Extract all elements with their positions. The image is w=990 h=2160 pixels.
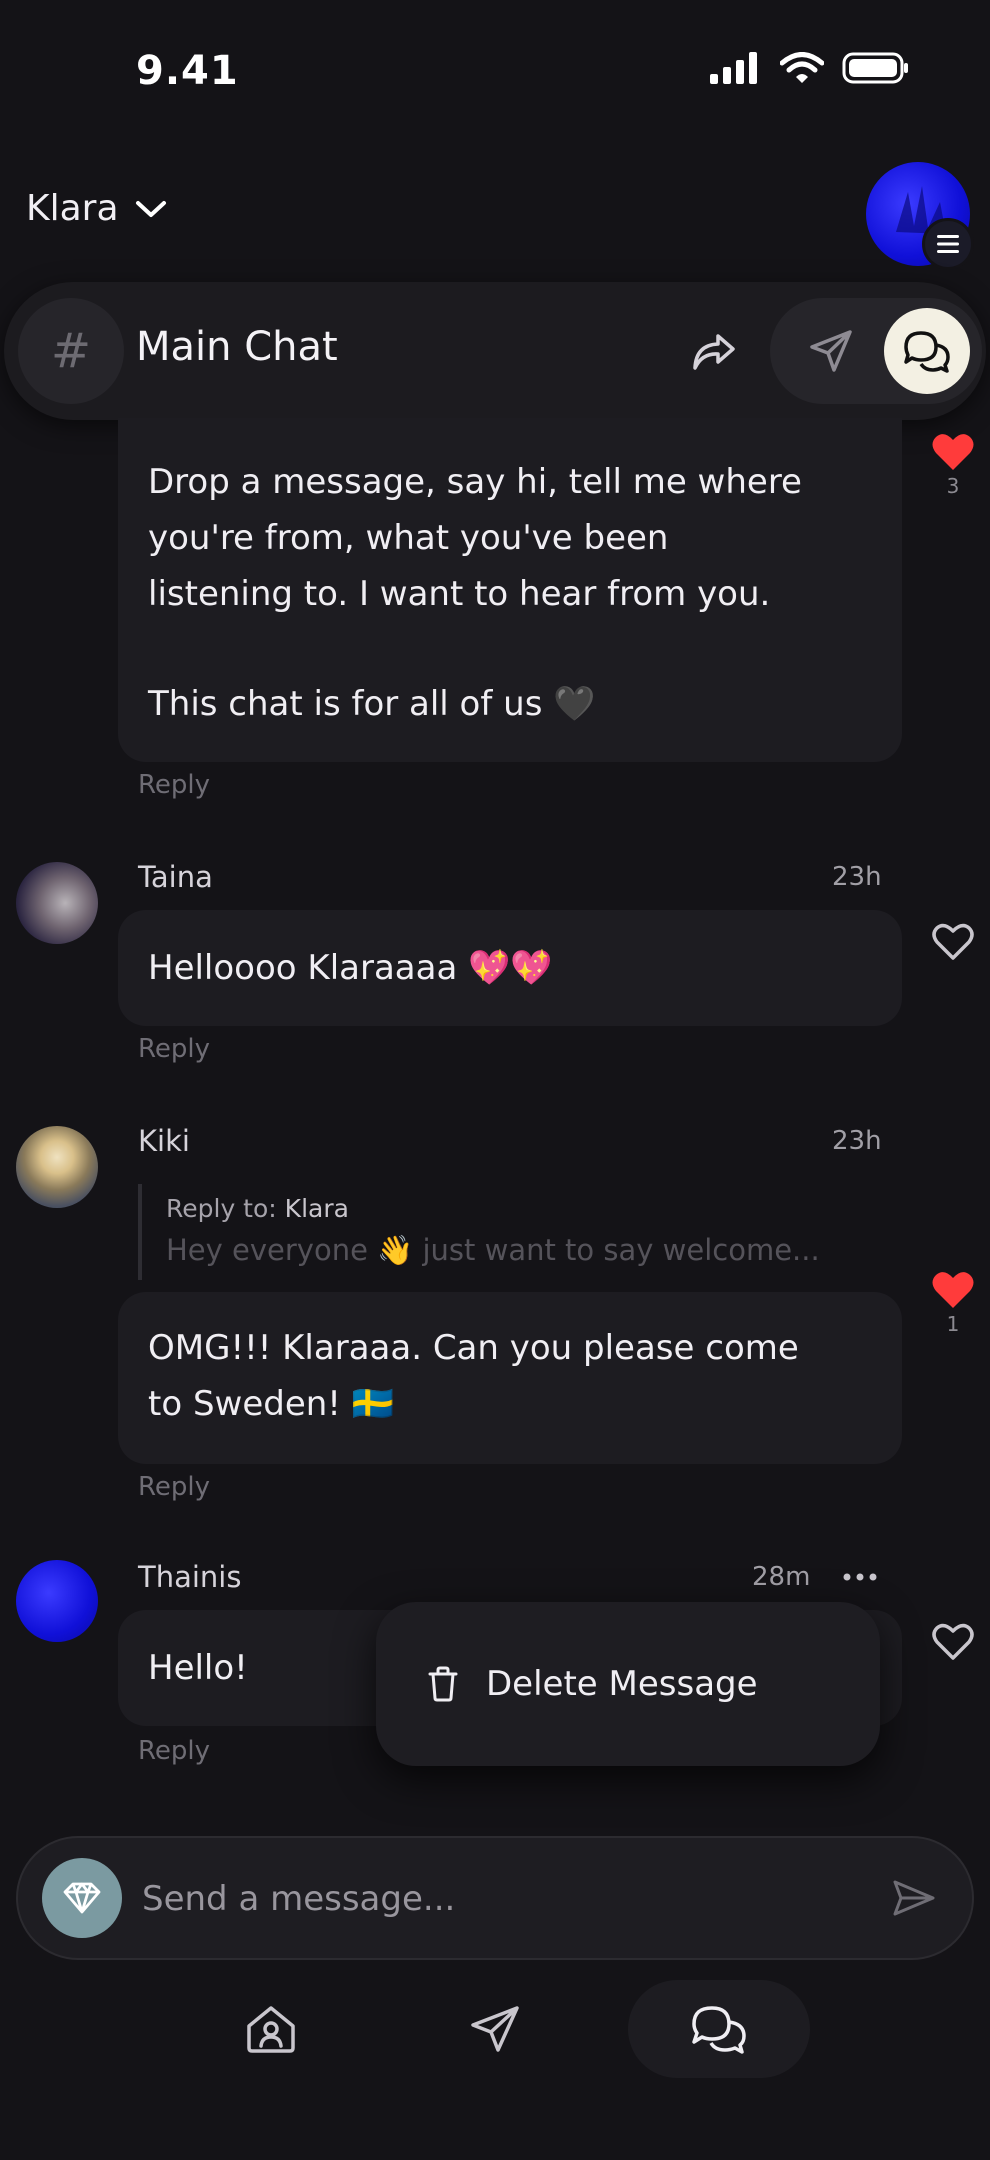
message-line: Drop a message, say hi, tell me where [148,462,802,502]
wifi-icon [780,52,824,83]
quote-header: Reply to: Klara [166,1194,886,1223]
message-line: listening to. I want to hear from you. [148,574,771,614]
message-line [148,622,872,676]
message-line: you're from, what you've been [148,518,669,558]
channel-owner-dropdown[interactable]: Klara [26,188,167,229]
chat-title[interactable]: Main Chat [136,324,338,370]
quote-author: Klara [284,1194,349,1223]
send-icon [810,330,852,372]
reply-link[interactable]: Reply [138,1034,210,1064]
tab-broadcast[interactable] [800,320,862,382]
heart-icon [932,434,974,470]
status-icons [710,52,910,84]
like-button[interactable]: 1 [927,1270,979,1336]
reply-link[interactable]: Reply [138,770,210,800]
heart-outline-icon [932,1623,974,1660]
message-actions-popover: Delete Message [376,1602,880,1766]
chevron-down-icon [135,200,166,217]
heart-icon [932,1272,974,1308]
like-count: 1 [946,1312,960,1336]
message-text: Helloooo Klaraaaa 💖💖 [148,948,553,988]
like-button[interactable] [927,922,979,962]
channel-icon[interactable]: # [18,298,124,404]
send-arrow-icon [893,1880,935,1916]
reply-link[interactable]: Reply [138,1736,210,1766]
battery-icon [842,52,908,84]
like-button[interactable]: 3 [927,432,979,498]
message-line: OMG!!! Klaraaa. Can you please come [148,1328,799,1368]
chat-selector-bar: # Main Chat [4,282,986,420]
message-bubble[interactable]: Drop a message, say hi, tell me where yo… [118,418,902,762]
avatar[interactable] [16,1560,98,1642]
home-icon [247,2006,295,2053]
send-icon [471,2006,519,2052]
nav-home[interactable] [222,1980,320,2078]
share-button[interactable] [684,322,744,382]
message-time: 28m [752,1562,811,1592]
reply-quote[interactable]: Reply to: Klara Hey everyone 👋 just want… [138,1184,886,1280]
more-button[interactable] [840,1562,880,1592]
heart-outline-icon [932,923,974,960]
avatar[interactable] [16,862,98,944]
gem-icon [63,1882,101,1914]
menu-icon [937,235,959,253]
more-icon [843,1573,877,1581]
message-text: Hello! [148,1648,248,1688]
nav-chat[interactable] [628,1980,810,2078]
message-time: 23h [832,862,882,892]
status-time: 9.41 [136,48,239,94]
profile-avatar[interactable] [866,162,974,270]
like-button[interactable] [927,1622,979,1662]
message-line: This chat is for all of us 🖤 [148,684,596,724]
chat-bubbles-icon [904,331,950,373]
message-author[interactable]: Kiki [138,1124,190,1158]
hash-icon: # [50,323,92,379]
share-icon [693,334,735,370]
delete-message-label: Delete Message [486,1664,758,1704]
menu-button[interactable] [922,218,974,270]
message-line: to Sweden! 🇸🇪 [148,1384,395,1424]
like-count: 3 [946,474,960,498]
quote-text: Hey everyone 👋 just want to say welcome.… [166,1233,820,1267]
view-toggle [770,298,982,404]
message-author[interactable]: Taina [138,860,213,894]
message-time: 23h [832,1126,882,1156]
message-bubble[interactable]: OMG!!! Klaraaa. Can you please come to S… [118,1292,902,1464]
signal-icon [710,52,757,84]
reply-link[interactable]: Reply [138,1472,210,1502]
message-input[interactable] [140,1838,864,1960]
message-composer [16,1836,974,1960]
premium-button[interactable] [42,1858,122,1938]
delete-message-button[interactable]: Delete Message [428,1664,758,1704]
message-author[interactable]: Thainis [138,1560,241,1594]
nav-broadcast[interactable] [446,1980,544,2078]
quote-label: Reply to: [166,1194,277,1223]
tab-chat[interactable] [884,308,970,394]
chat-bubbles-icon [692,2006,746,2054]
channel-owner-name: Klara [26,188,119,229]
message-bubble[interactable]: Helloooo Klaraaaa 💖💖 [118,910,902,1026]
send-button[interactable] [886,1870,942,1926]
avatar[interactable] [16,1126,98,1208]
trash-icon [428,1666,458,1702]
